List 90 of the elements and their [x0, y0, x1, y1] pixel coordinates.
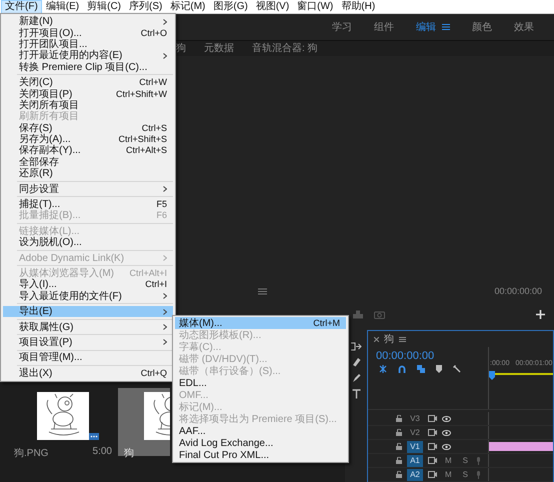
menu-item[interactable]: 全部保存 — [3, 156, 173, 168]
menu-item[interactable]: 保存(S) Ctrl+S — [3, 122, 173, 134]
menu-item[interactable]: 捕捉(T)... F5 — [3, 198, 173, 210]
menu-item[interactable]: Final Cut Pro XML... — [175, 449, 346, 461]
menu-item[interactable]: 项目设置(P) — [3, 336, 173, 348]
menu-item[interactable]: EDL... — [175, 377, 346, 389]
menu-item[interactable]: 设为脱机(O)... — [3, 237, 173, 248]
menu-item[interactable]: Avid Log Exchange... — [175, 437, 346, 449]
workspace-tab[interactable]: 颜色 — [472, 20, 492, 34]
sync-lock-icon[interactable] — [428, 471, 437, 478]
more-icon[interactable] — [89, 433, 99, 440]
nest-icon[interactable] — [379, 365, 387, 373]
menubar-item[interactable]: 帮助(H) — [337, 0, 380, 14]
menubar-item[interactable]: 图形(G) — [209, 0, 252, 14]
lock-icon[interactable] — [396, 443, 402, 450]
menu-item[interactable]: 另存为(A)... Ctrl+Shift+S — [3, 134, 173, 146]
workspace-tab[interactable]: 组件 — [374, 20, 394, 34]
sequence-tab[interactable]: 狗 — [384, 332, 394, 346]
panel-tab[interactable]: 音轨混合器: 狗 — [252, 42, 318, 56]
clip-bar[interactable] — [489, 442, 553, 451]
timecode: 00:00:00:00 — [494, 286, 542, 296]
grid-icon[interactable] — [258, 288, 267, 294]
lock-icon[interactable] — [396, 471, 402, 478]
menubar-item[interactable]: 窗口(W) — [293, 0, 338, 14]
menu-item[interactable]: 打开项目(O)... Ctrl+O — [3, 27, 173, 39]
panel-tab[interactable]: 元数据 — [204, 42, 234, 56]
menu-icon[interactable] — [442, 24, 450, 30]
menu-icon[interactable] — [399, 336, 406, 342]
razor-icon[interactable] — [352, 357, 360, 367]
menu-item[interactable]: 打开团队项目... — [3, 38, 173, 50]
menubar-item[interactable]: 编辑(E) — [42, 0, 84, 14]
menu-item[interactable]: 关闭项目(P) Ctrl+Shift+W — [3, 88, 173, 100]
ripple-edit-icon[interactable] — [350, 342, 362, 351]
track-target[interactable]: A2 — [407, 468, 423, 480]
menubar-item[interactable]: 标记(M) — [166, 0, 210, 14]
track-target[interactable]: V1 — [407, 440, 423, 452]
sync-lock-icon[interactable] — [428, 429, 437, 436]
clip-duration: 5:00 — [92, 446, 112, 459]
menu-item[interactable]: 导入(I)... Ctrl+I — [3, 279, 173, 291]
linked-selection-icon[interactable] — [417, 365, 425, 373]
dog-drawing — [144, 392, 170, 440]
eye-icon[interactable] — [442, 430, 451, 436]
marker-icon[interactable] — [436, 365, 442, 373]
menu-item[interactable]: 打开最近使用的内容(E) — [3, 50, 173, 62]
workspace-tab[interactable]: 效果 — [514, 20, 534, 34]
lock-icon[interactable] — [396, 415, 402, 422]
menu-item[interactable]: 保存副本(Y)... Ctrl+Alt+S — [3, 145, 173, 157]
dog-drawing — [37, 392, 89, 440]
menu-item[interactable]: 关闭所有项目 — [3, 100, 173, 112]
menu-item[interactable]: 退出(X) Ctrl+Q — [3, 368, 173, 379]
menubar-item[interactable]: 视图(V) — [252, 0, 294, 14]
panel-tab[interactable]: 狗 — [176, 42, 186, 56]
timecode[interactable]: 00:00:00:00 — [376, 350, 488, 362]
menu-item[interactable]: 同步设置 — [3, 183, 173, 195]
menubar-item[interactable]: 序列(S) — [125, 0, 166, 14]
mute-button[interactable]: M — [442, 456, 455, 465]
eye-icon[interactable] — [442, 416, 451, 422]
wrench-icon[interactable] — [453, 365, 461, 373]
menu-item[interactable]: 转换 Premiere Clip 项目(C)... — [3, 62, 173, 73]
sync-lock-icon[interactable] — [428, 443, 437, 450]
track-target[interactable]: V3 — [407, 412, 423, 424]
menu-item[interactable]: 新建(N) — [3, 16, 173, 28]
sync-lock-icon[interactable] — [428, 457, 437, 464]
track-target[interactable]: V2 — [407, 426, 423, 438]
menu-item[interactable]: AAF... — [175, 425, 346, 437]
mute-button[interactable]: M — [442, 470, 455, 479]
menubar-item[interactable]: 文件(F) — [1, 0, 42, 14]
workspace-tab[interactable]: 编辑 — [416, 20, 436, 34]
eye-icon[interactable] — [442, 444, 451, 450]
menu-item[interactable]: 关闭(C) Ctrl+W — [3, 76, 173, 88]
pen-icon[interactable] — [352, 373, 360, 383]
workspace-tab[interactable]: 学习 — [332, 20, 352, 34]
solo-button[interactable]: S — [460, 470, 472, 479]
menu-item[interactable]: 媒体(M)... Ctrl+M — [175, 317, 346, 329]
lock-icon[interactable] — [396, 429, 402, 436]
solo-button[interactable]: S — [460, 456, 472, 465]
playhead-icon[interactable] — [489, 371, 495, 380]
sync-lock-icon[interactable] — [428, 415, 437, 422]
menubar-item[interactable]: 剪辑(C) — [83, 0, 126, 14]
close-icon[interactable] — [374, 336, 379, 342]
menu-item[interactable]: 获取属性(G) — [3, 321, 173, 333]
track-target[interactable]: A1 — [407, 454, 423, 466]
magnet-icon[interactable] — [398, 365, 406, 373]
type-tool-icon[interactable] — [352, 389, 360, 399]
menu-item[interactable]: 还原(R) — [3, 168, 173, 180]
plus-icon[interactable] — [536, 310, 545, 318]
menu-item[interactable]: 导出(E) — [3, 306, 173, 318]
menu-item[interactable]: 项目管理(M)... — [3, 352, 173, 364]
menu-item[interactable]: 导入最近使用的文件(F) — [3, 290, 173, 302]
lock-icon[interactable] — [396, 457, 402, 464]
